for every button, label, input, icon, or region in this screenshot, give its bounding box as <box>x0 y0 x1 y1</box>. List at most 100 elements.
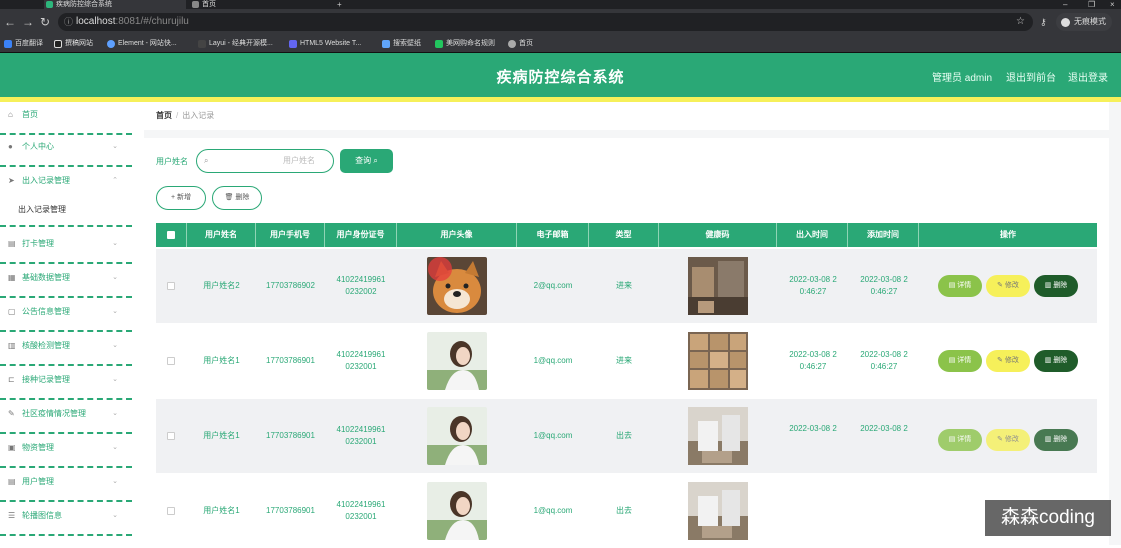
app-header: 疾病防控综合系统 管理员 admin 退出到前台 退出登录 <box>0 53 1121 97</box>
bookmark-item[interactable]: 撰稿网站 <box>54 38 93 50</box>
row-checkbox[interactable] <box>167 282 175 290</box>
maximize-icon[interactable]: ❐ <box>1088 0 1095 9</box>
bookmark-item[interactable]: HTML5 Website T... <box>289 38 361 50</box>
search-icon: ⌕ <box>373 156 378 165</box>
url-field[interactable]: ⓘ localhost:8081/#/churujilu ☆ <box>58 13 1033 31</box>
search-icon: ⌕ <box>204 156 209 165</box>
sidebar-item-notice[interactable]: ▢ 公告信息管理 ⌄ <box>0 299 132 332</box>
avatar-image <box>427 332 487 390</box>
minimize-icon[interactable]: – <box>1063 0 1067 9</box>
cell-add-time <box>854 474 914 548</box>
cell-type: 出去 <box>616 506 632 515</box>
address-bar: ← → ↻ ⓘ localhost:8081/#/churujilu ☆ ⚷ 无… <box>0 9 1121 35</box>
chevron-down-icon: ⌄ <box>112 410 118 417</box>
logout-link[interactable]: 退出登录 <box>1068 69 1108 84</box>
sidebar-subitem-access-records[interactable]: 出入记录管理 <box>0 197 132 227</box>
sidebar-item-home[interactable]: ⌂ 首页 <box>0 102 132 135</box>
batch-delete-button[interactable]: 🗑 删除 <box>212 186 262 210</box>
reload-icon[interactable]: ↻ <box>40 15 50 29</box>
column-header: 用户头像 <box>397 223 517 247</box>
cell-type: 出去 <box>616 431 632 440</box>
doc-icon: ▢ <box>8 307 16 316</box>
key-icon[interactable]: ⚷ <box>1040 15 1047 29</box>
cell-email: 1@qq.com <box>533 431 573 440</box>
cell-name: 用户姓名2 <box>203 281 240 290</box>
bookmark-item[interactable]: 首页 <box>508 38 533 50</box>
browser-tab-home[interactable]: 首页 <box>190 0 324 9</box>
detail-button[interactable]: ▤ 详情 <box>938 350 982 372</box>
sidebar-item-basic-data[interactable]: ▦ 基础数据管理 ⌄ <box>0 265 132 298</box>
select-all-cell <box>156 223 187 247</box>
sidebar-item-carousel[interactable]: ☰ 轮播图信息 ⌄ <box>0 503 132 536</box>
detail-button[interactable]: ▤ 详情 <box>938 429 982 451</box>
cell-phone: 17703786901 <box>266 356 315 365</box>
browser-tab-system[interactable]: 疾病防控综合系统 <box>44 0 186 9</box>
cell-idcard: 41022419961 0232001 <box>336 350 386 371</box>
edit-button[interactable]: ✎ 修改 <box>986 429 1030 451</box>
delete-button[interactable]: ▥ 删除 <box>1034 275 1078 297</box>
health-code-image <box>688 332 748 390</box>
cell-idcard: 41022419961 0232001 <box>336 425 386 446</box>
bookmark-item[interactable]: 搜索壁纸 <box>382 38 421 50</box>
cell-out-time <box>783 474 843 548</box>
new-tab-icon[interactable]: + <box>337 0 342 9</box>
incognito-badge[interactable]: 无痕模式 <box>1056 13 1112 31</box>
edit-icon: ✎ <box>997 282 1003 289</box>
sidebar-item-checkin[interactable]: ▤ 打卡管理 ⌄ <box>0 231 132 264</box>
sidebar-item-users[interactable]: ▤ 用户管理 ⌄ <box>0 469 132 502</box>
edit-button[interactable]: ✎ 修改 <box>986 350 1030 372</box>
health-code-image <box>688 257 748 315</box>
table-row: 用户姓名2 17703786902 41022419961 0232002 2@… <box>156 249 1097 323</box>
table-row: 用户姓名1 17703786901 41022419961 0232001 1@… <box>156 399 1097 473</box>
add-button[interactable]: + 新增 <box>156 186 206 210</box>
bookmark-item[interactable]: Element - 网站快... <box>107 38 177 50</box>
trash-icon: ▥ <box>1044 282 1052 289</box>
cell-out-time: 2022-03-08 2 <box>789 424 837 433</box>
delete-button[interactable]: ▥ 删除 <box>1034 350 1078 372</box>
column-header: 用户手机号 <box>256 223 325 247</box>
cell-idcard: 41022419961 0232002 <box>336 275 386 296</box>
delete-button[interactable]: ▥ 删除 <box>1034 429 1078 451</box>
row-checkbox[interactable] <box>167 507 175 515</box>
bookmark-icon <box>198 40 206 48</box>
doc-icon: ▤ <box>948 436 956 443</box>
close-icon[interactable]: × <box>1110 0 1115 9</box>
star-icon[interactable]: ☆ <box>1016 13 1025 31</box>
forward-arrow-icon[interactable]: → <box>22 15 34 29</box>
sidebar-item-nucleic-test[interactable]: ▥ 核酸检测管理 ⌄ <box>0 333 132 366</box>
backstage-link[interactable]: 退出到前台 <box>1006 69 1056 84</box>
bookmark-item[interactable]: Layui - 经典开源模... <box>198 38 273 50</box>
cell-phone: 17703786901 <box>266 506 315 515</box>
admin-label: 管理员 admin <box>932 73 993 84</box>
row-checkbox[interactable] <box>167 432 175 440</box>
sidebar-item-profile[interactable]: ● 个人中心 ⌄ <box>0 134 132 167</box>
globe-icon <box>192 1 199 8</box>
cell-name: 用户姓名1 <box>203 506 240 515</box>
chevron-down-icon: ⌄ <box>112 376 118 383</box>
browser-tab-strip: 疾病防控综合系统 首页 + – ❐ × <box>0 0 1121 9</box>
column-header: 添加时间 <box>848 223 919 247</box>
bookmark-item[interactable]: 百度翻译 <box>4 38 43 50</box>
bookmark-icon <box>107 40 115 48</box>
row-checkbox[interactable] <box>167 357 175 365</box>
back-arrow-icon[interactable]: ← <box>4 15 16 29</box>
bookmark-item[interactable]: 美网购命名规则 <box>435 38 495 50</box>
box-icon: ⊏ <box>8 375 15 384</box>
select-all-checkbox[interactable] <box>167 231 175 239</box>
search-input[interactable]: ⌕ 用户姓名 <box>196 149 334 173</box>
query-button[interactable]: 查询 ⌕ <box>340 149 393 173</box>
sidebar-item-supplies[interactable]: ▣ 物资管理 ⌄ <box>0 435 132 468</box>
search-label: 用户姓名 <box>156 157 188 166</box>
breadcrumb-home[interactable]: 首页 <box>156 111 172 120</box>
column-header: 操作 <box>1000 230 1016 239</box>
cell-email: 1@qq.com <box>533 356 573 365</box>
trash-icon: ▥ <box>1044 357 1052 364</box>
grid-icon: ▦ <box>8 273 16 282</box>
detail-button[interactable]: ▤ 详情 <box>938 275 982 297</box>
chevron-down-icon: ⌄ <box>112 274 118 281</box>
edit-button[interactable]: ✎ 修改 <box>986 275 1030 297</box>
sidebar-item-community-epidemic[interactable]: ✎ 社区疫情情况管理 ⌄ <box>0 401 132 434</box>
main-content: 首页 / 出入记录 用户姓名 ⌕ 用户姓名 查询 ⌕ + 新增 🗑 删除 用户姓名 用… <box>144 102 1121 548</box>
users-icon: ▤ <box>8 477 16 486</box>
sidebar-item-vaccination[interactable]: ⊏ 接种记录管理 ⌄ <box>0 367 132 400</box>
